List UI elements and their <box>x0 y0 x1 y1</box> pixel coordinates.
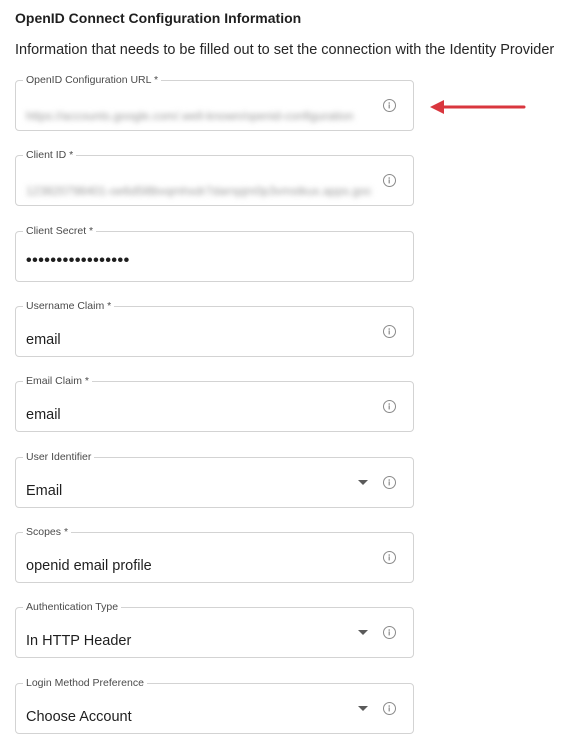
field-label: User Identifier <box>23 450 95 464</box>
authentication-type-value[interactable]: In HTTP Header <box>26 632 131 650</box>
scopes-field[interactable]: Scopes * openid email profile <box>15 525 414 583</box>
chevron-down-icon[interactable] <box>358 630 368 635</box>
annotation-arrow-icon <box>430 100 526 114</box>
info-icon[interactable] <box>383 325 396 338</box>
field-label: Username Claim * <box>23 299 115 313</box>
scopes-value[interactable]: openid email profile <box>26 557 152 575</box>
login-method-preference-value[interactable]: Choose Account <box>26 708 132 726</box>
chevron-down-icon[interactable] <box>358 706 368 711</box>
login-method-preference-select[interactable]: Login Method Preference Choose Account <box>15 676 414 734</box>
client-secret-value[interactable]: ••••••••••••••••• <box>26 252 130 270</box>
client-id-field[interactable]: Client ID * 123820798401-oe6d5l8bvqmhxdr… <box>15 148 414 206</box>
user-identifier-value[interactable]: Email <box>26 482 62 500</box>
username-claim-field[interactable]: Username Claim * email <box>15 299 414 357</box>
client-secret-field[interactable]: Client Secret * ••••••••••••••••• <box>15 224 414 282</box>
field-label: Scopes * <box>23 525 72 539</box>
openid-configuration-url-field[interactable]: OpenID Configuration URL * https://accou… <box>15 73 414 131</box>
authentication-type-select[interactable]: Authentication Type In HTTP Header <box>15 600 414 658</box>
user-identifier-select[interactable]: User Identifier Email <box>15 450 414 508</box>
section-description: Information that needs to be filled out … <box>15 42 555 58</box>
client-id-value[interactable]: 123820798401-oe6d5l8bvqmhxdr7darnpjm0p3v… <box>26 182 371 200</box>
info-icon[interactable] <box>383 551 396 564</box>
info-icon[interactable] <box>383 626 396 639</box>
field-label: Email Claim * <box>23 374 93 388</box>
info-icon[interactable] <box>383 99 396 112</box>
section-title: OpenID Connect Configuration Information <box>15 10 302 26</box>
field-label: Login Method Preference <box>23 676 147 690</box>
info-icon[interactable] <box>383 476 396 489</box>
field-label: Client ID * <box>23 148 77 162</box>
field-label: Client Secret * <box>23 224 97 238</box>
email-claim-field[interactable]: Email Claim * email <box>15 374 414 432</box>
email-claim-value[interactable]: email <box>26 406 61 424</box>
field-label: OpenID Configuration URL * <box>23 73 162 87</box>
field-label: Authentication Type <box>23 600 122 614</box>
chevron-down-icon[interactable] <box>358 480 368 485</box>
info-icon[interactable] <box>383 174 396 187</box>
openid-configuration-url-value[interactable]: https://accounts.google.com/.well-known/… <box>26 107 371 125</box>
info-icon[interactable] <box>383 702 396 715</box>
username-claim-value[interactable]: email <box>26 331 61 349</box>
info-icon[interactable] <box>383 400 396 413</box>
